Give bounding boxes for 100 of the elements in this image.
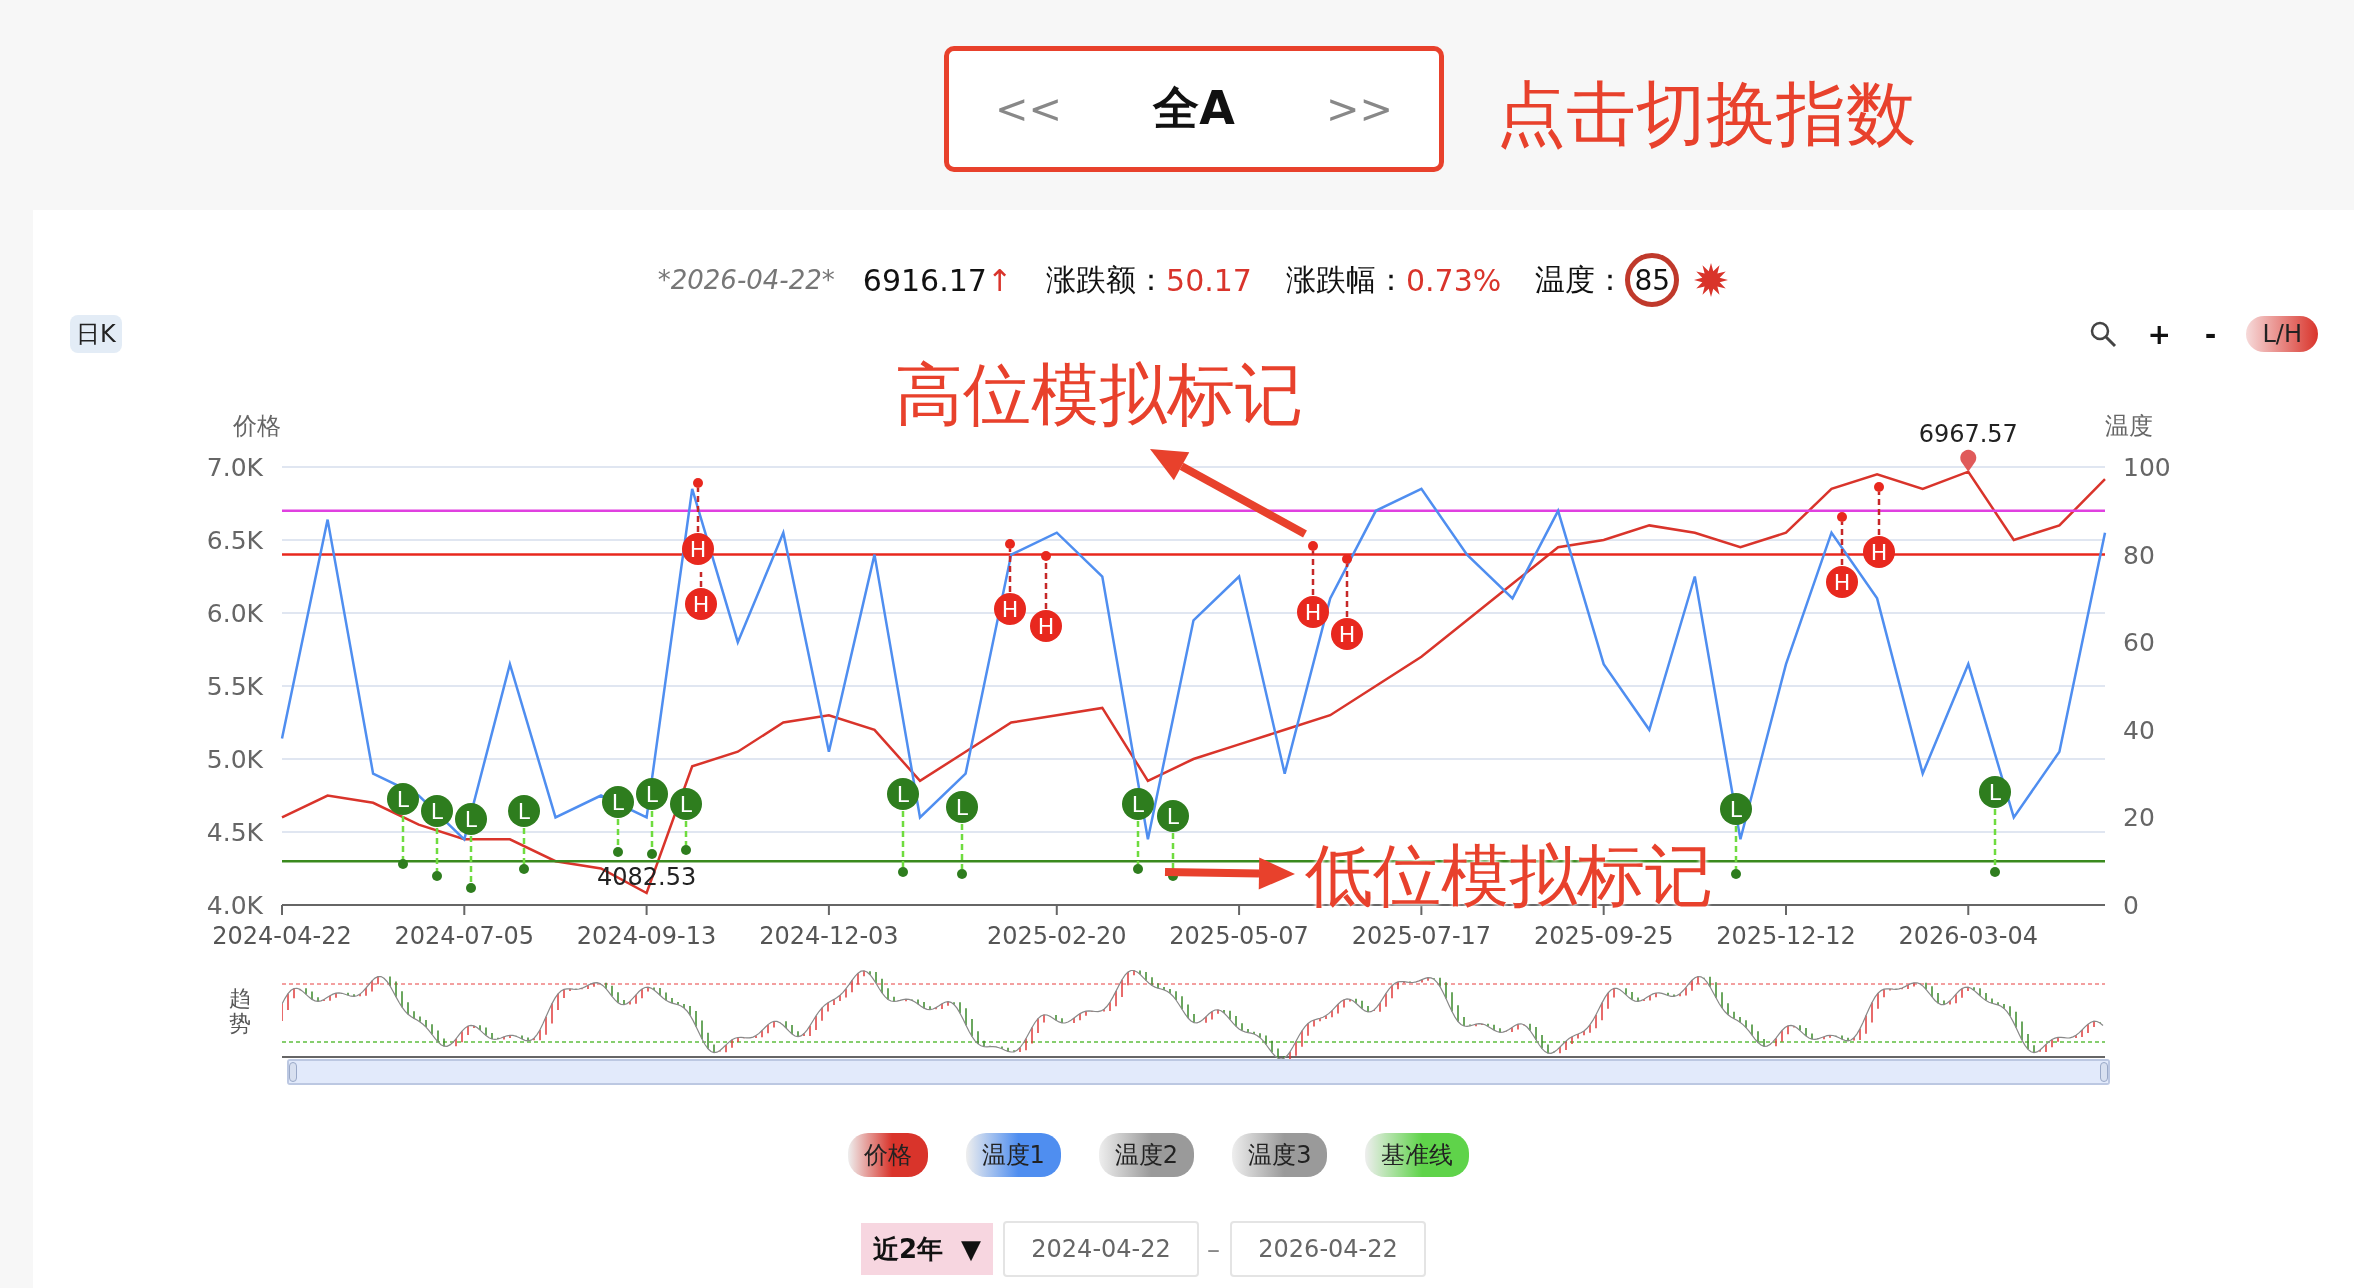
anchor-dot xyxy=(1133,864,1143,874)
low-marker: L xyxy=(1979,776,2011,808)
period-tab[interactable]: 日K xyxy=(70,315,122,353)
axis-tick-label: 0 xyxy=(2123,891,2139,920)
leader-line xyxy=(901,811,905,867)
anchor-dot xyxy=(681,845,691,855)
low-marker: L xyxy=(508,795,540,827)
annotation: H xyxy=(1870,540,1888,565)
leader-line xyxy=(1008,549,1012,592)
axis-tick-label: 2025-12-12 xyxy=(1716,922,1856,950)
start-date-field[interactable]: 2024-04-22 xyxy=(1003,1221,1200,1277)
leader-line xyxy=(522,828,526,864)
search-icon[interactable] xyxy=(2089,320,2118,348)
previous-button[interactable]: << xyxy=(989,86,1069,132)
axis-tick-label: 80 xyxy=(2123,540,2155,570)
low-marker: L xyxy=(602,786,634,818)
anchor-dot xyxy=(957,869,967,879)
low-marker: L xyxy=(421,795,453,827)
index-title: 全A xyxy=(1153,80,1235,137)
annotation: L xyxy=(1729,797,1743,822)
anchor-dot xyxy=(613,847,623,857)
leader-line xyxy=(1311,551,1315,595)
annotation: L xyxy=(955,795,969,820)
low-marker: L xyxy=(636,778,668,810)
change-label: 涨跌额： xyxy=(1046,260,1167,299)
high-marker: H xyxy=(1826,566,1858,598)
axis-tick-label: 4.0K xyxy=(206,891,263,920)
legend-item[interactable]: 温度2 xyxy=(1098,1133,1195,1177)
marker-toggle-button[interactable]: L/H xyxy=(2246,316,2318,352)
next-button[interactable]: >> xyxy=(1319,86,1399,132)
up-arrow: ↑ xyxy=(986,262,1013,298)
leader-line xyxy=(1993,809,1997,867)
high-marker: H xyxy=(1331,618,1363,650)
axis-tick-label: 2025-02-20 xyxy=(987,922,1127,950)
max-price-label: 6967.57 xyxy=(1918,419,2018,448)
anchor-dot xyxy=(398,859,408,869)
axis-tick-label: 2025-09-25 xyxy=(1533,922,1674,950)
axis-title: 温度 xyxy=(2105,412,2153,440)
annotation: L xyxy=(679,792,693,817)
legend-item[interactable]: 价格 xyxy=(847,1133,928,1177)
axis-tick-label: 5.0K xyxy=(206,745,263,774)
high-marker: H xyxy=(1297,596,1329,628)
leader-line xyxy=(401,816,405,859)
annotation: H xyxy=(1338,622,1356,647)
low-marker: L xyxy=(1157,800,1189,832)
low-marker: L xyxy=(670,788,702,820)
high-marker: H xyxy=(1863,536,1895,568)
leader-line xyxy=(616,819,620,847)
legend-item[interactable]: 温度3 xyxy=(1232,1133,1328,1177)
annotation: L xyxy=(896,782,910,807)
anchor-dot xyxy=(1731,869,1741,879)
slider-handle[interactable] xyxy=(2100,1062,2108,1082)
index-price: 6916.17 xyxy=(862,262,987,298)
pin-icon xyxy=(1960,449,1977,472)
percent-value: 0.73% xyxy=(1405,262,1502,298)
anchor-dot xyxy=(1005,539,1015,549)
temperature-label: 温度： xyxy=(1535,260,1626,299)
annotation: H xyxy=(689,537,707,562)
annotation: L xyxy=(611,790,625,815)
annotation: H xyxy=(1001,597,1019,622)
axis-title: 价格 xyxy=(233,412,281,440)
annotation: L xyxy=(1131,792,1145,817)
axis-tick-label: 100 xyxy=(2123,453,2171,482)
legend-item[interactable]: 基准线 xyxy=(1365,1133,1470,1177)
high-marker: H xyxy=(1030,610,1062,642)
hint-label: 点击切换指数 xyxy=(1496,72,1916,157)
axis-tick-label: 2026-03-04 xyxy=(1898,922,2038,950)
leader-line xyxy=(469,836,473,883)
slider-handle[interactable] xyxy=(289,1062,297,1082)
end-date-field[interactable]: 2026-04-22 xyxy=(1230,1221,1427,1277)
annotation: L xyxy=(517,799,531,824)
leader-line xyxy=(1044,561,1048,609)
anchor-dot xyxy=(1041,551,1051,561)
leader-line xyxy=(1840,522,1844,565)
leader-line xyxy=(696,488,700,532)
leader-line xyxy=(699,572,703,587)
anchor-dot xyxy=(519,864,529,874)
change-value: 50.17 xyxy=(1166,262,1252,298)
zoom-out-button[interactable]: - xyxy=(2200,317,2221,351)
callout-label: 高位模拟标记 xyxy=(895,361,1303,429)
annotation: L xyxy=(1988,780,2002,805)
zoom-in-button[interactable]: + xyxy=(2143,317,2175,351)
axis-tick-label: 4.5K xyxy=(206,818,263,847)
axis-tick-label: 2024-09-13 xyxy=(576,922,717,950)
period-dropdown[interactable]: 近2年 ▼ xyxy=(860,1223,994,1275)
high-marker: H xyxy=(682,533,714,565)
anchor-dot xyxy=(466,883,476,893)
axis-tick-label: 2024-12-03 xyxy=(759,922,899,950)
legend-item[interactable]: 温度1 xyxy=(965,1133,1061,1177)
axis-tick-label: 7.0K xyxy=(206,453,263,482)
anchor-dot xyxy=(1990,867,2000,877)
high-marker: H xyxy=(994,593,1026,625)
low-marker: L xyxy=(1720,793,1752,825)
annotation: L xyxy=(645,782,659,807)
leader-line xyxy=(650,811,654,849)
anchor-dot xyxy=(1342,554,1352,564)
anchor-dot xyxy=(647,849,657,859)
low-marker: L xyxy=(1122,788,1154,820)
annotation: L xyxy=(464,807,478,832)
annotation: H xyxy=(1833,570,1851,595)
